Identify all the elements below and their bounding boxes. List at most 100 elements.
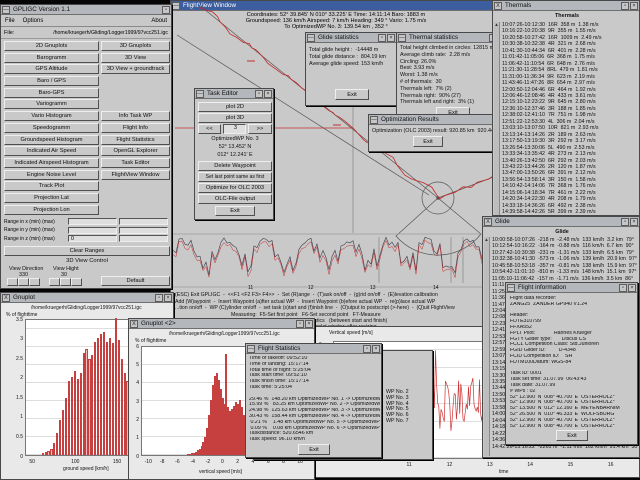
maximize-icon[interactable]: ▫ — [296, 319, 304, 328]
maximize-icon[interactable]: ▫ — [162, 5, 170, 14]
glide-row[interactable]: 10:32:38-10:41:30 -573 m -1.06 m/s 139 k… — [492, 256, 640, 262]
window-menu-icon[interactable]: — — [196, 89, 204, 98]
maximize-icon[interactable]: ▫ — [619, 283, 627, 292]
thermals-list[interactable]: 10:07:26-10:12:30 16R 358 m 1.38 m/s 10:1… — [502, 22, 640, 216]
close-icon[interactable]: × — [387, 33, 395, 42]
plot-button-indicated-air-speed[interactable]: Indicated Air Speed — [4, 146, 99, 157]
range-min-input[interactable] — [68, 218, 117, 225]
thermals-titlebar[interactable]: X Thermals ▫ × — [493, 1, 639, 11]
range-max-input[interactable] — [119, 235, 168, 242]
plot-button-projection-lon[interactable]: Projection Lon — [4, 204, 99, 215]
plot-button-2d-gnuplots[interactable]: 2D Gnuplots — [4, 41, 99, 51]
default-button[interactable]: Default — [101, 276, 170, 286]
close-icon[interactable]: × — [372, 344, 380, 353]
plot-button-flight-info[interactable]: Flight Info — [101, 122, 170, 133]
plot-button-engine-noise-level[interactable]: Engine Noise Level — [4, 169, 99, 180]
thermals-scrollbar[interactable]: ▲ — [494, 22, 500, 215]
view-hight-stepper[interactable] — [49, 278, 82, 286]
exit-button[interactable]: Exit — [335, 89, 369, 100]
menu-file[interactable]: File — [5, 18, 15, 24]
close-icon[interactable]: × — [630, 1, 638, 10]
plot-button-vario-histogram[interactable]: Vario Histogram — [4, 111, 99, 122]
histogram-bar — [50, 449, 53, 455]
plot-button-track-plot[interactable]: Track Plot — [4, 181, 99, 192]
plot-button-3d-gnuplots[interactable]: 3D Gnuplots — [101, 41, 170, 51]
flight-information-titlebar[interactable]: — Flight information ▫ × — [506, 283, 637, 293]
range-min-input[interactable]: 0 — [68, 235, 117, 242]
plot-button-flight-statistics[interactable]: Flight Statistics — [101, 134, 170, 145]
glide-row[interactable]: 10:12:54-10:16:22 -164 m -0.88 m/s 116 k… — [492, 243, 640, 249]
maximize-icon[interactable]: ▫ — [621, 1, 629, 10]
close-icon[interactable]: × — [628, 283, 636, 292]
plot-button-speedogramm[interactable]: Speedogramm — [4, 122, 99, 133]
exit-button[interactable]: Exit — [215, 206, 255, 216]
plot-button-barogramm[interactable]: Barogramm — [4, 52, 99, 63]
plot-button-opengl-explorer[interactable]: OpenGL Explorer — [101, 146, 170, 157]
glide-titlebar[interactable]: X Glide ▫ × — [483, 217, 639, 227]
flight-statistics-dialog[interactable]: — Flight Statistics ▫ × Time of takeoff:… — [245, 343, 382, 458]
exit-button[interactable]: Exit — [298, 444, 330, 455]
delete-waypoint-button[interactable]: Delete Waypoint — [198, 161, 272, 171]
window-menu-icon[interactable]: — — [2, 5, 10, 14]
plot-button-3d-view[interactable]: 3D View — [101, 52, 170, 63]
task-editor-dialog[interactable]: — Task Editor ▫ × plot 2D plot 3D << 3 >… — [194, 88, 274, 220]
clear-ranges-button[interactable]: Clear Ranges — [4, 246, 170, 256]
optimize-olc-button[interactable]: Optimize for OLC 2003 — [198, 183, 272, 193]
set-last-point-button[interactable]: Set last point same as first — [198, 172, 272, 182]
gpligc-titlebar[interactable]: — GPLIGC Version 1.1 ▫ — [1, 5, 171, 15]
plot-button-baro-gps[interactable]: Baro-GPS — [4, 87, 99, 98]
glide-row[interactable]: 10:54:42-11:01:10 -810 m -1.33 m/s 148 k… — [492, 269, 640, 275]
range-max-input[interactable] — [119, 218, 168, 225]
plot-button-indicated-airspeed-histogram[interactable]: Indicated Airspeed Histogram — [4, 157, 99, 168]
maximize-icon[interactable]: ▫ — [621, 217, 629, 226]
thermal-row[interactable]: 14:39:58-14:42:26 5R 399 m 2.39 m/s — [502, 209, 640, 215]
olc-file-output-button[interactable]: OLC-File output — [198, 194, 272, 204]
menu-options[interactable]: Options — [23, 18, 44, 24]
maximize-icon[interactable]: ▫ — [255, 89, 263, 98]
plot-button-3d-view-groundtrack[interactable]: 3D View + groundtrack — [101, 64, 170, 75]
range-min-input[interactable] — [68, 226, 117, 234]
window-menu-icon[interactable]: — — [307, 33, 315, 42]
plot-3d-button[interactable]: plot 3D — [198, 113, 272, 123]
thermals-window[interactable]: X Thermals ▫ × Thermals ▲ 10:07:26-10:12… — [492, 0, 640, 216]
close-icon[interactable]: × — [305, 319, 313, 328]
close-icon[interactable]: × — [630, 217, 638, 226]
plot-button-gps-altitude[interactable]: GPS Altitude — [4, 64, 99, 75]
glide-scrollbar[interactable]: ▲ — [484, 237, 490, 456]
glide-statistics-dialog[interactable]: — Glide statistics ▫ × Total glide heigh… — [305, 32, 397, 106]
plot-button-groundspeed-histogram[interactable]: Groundspeed Histogram — [4, 134, 99, 145]
window-menu-icon[interactable]: — — [398, 33, 406, 42]
close-icon[interactable]: × — [164, 293, 172, 302]
view-direction-stepper[interactable] — [7, 278, 40, 286]
exit-button[interactable]: Exit — [413, 136, 443, 147]
maximize-icon[interactable]: ▫ — [378, 33, 386, 42]
plot-button-flightview-window[interactable]: FlightView Window — [101, 169, 170, 180]
plot-button-task-editor[interactable]: Task Editor — [101, 157, 170, 168]
next-wp-button[interactable]: >> — [248, 124, 272, 134]
flight-statistics-titlebar[interactable]: — Flight Statistics ▫ × — [246, 344, 381, 354]
task-editor-titlebar[interactable]: — Task Editor ▫ × — [195, 89, 273, 99]
plot-button-info-task-wp[interactable]: Info Task WP — [101, 111, 170, 122]
close-icon[interactable]: × — [264, 89, 272, 98]
plot-button-baro-gps[interactable]: Baro / GPS — [4, 76, 99, 87]
wp-index-field[interactable]: 3 — [223, 124, 246, 134]
flight-information-window[interactable]: — Flight information ▫ × Flight data rec… — [505, 282, 638, 445]
exit-button[interactable]: Exit — [556, 430, 588, 441]
window-menu-icon[interactable]: — — [507, 283, 515, 292]
glide-statistics-titlebar[interactable]: — Glide statistics ▫ × — [306, 33, 396, 43]
gnuplot1-titlebar[interactable]: X Gnuplot ▫ × — [1, 293, 173, 303]
gnuplot2-titlebar[interactable]: X Gnuplot <2> ▫ × — [129, 319, 314, 329]
range-max-input[interactable] — [119, 226, 168, 234]
plot-2d-button[interactable]: plot 2D — [198, 102, 272, 112]
plot-button-variogramm[interactable]: Variogramm — [4, 99, 99, 110]
prev-wp-button[interactable]: << — [198, 124, 221, 134]
y-tick: 4 — [136, 380, 139, 387]
window-menu-icon[interactable]: — — [247, 344, 255, 353]
plot-button-projection-lat[interactable]: Projection Lat — [4, 192, 99, 203]
window-menu-icon[interactable]: — — [370, 115, 378, 124]
thermal-statistics-titlebar[interactable]: — Thermal statistics ▫ × — [397, 33, 507, 43]
gpligc-main-window[interactable]: — GPLIGC Version 1.1 ▫ File Options Abou… — [0, 4, 172, 289]
menu-about[interactable]: About — [151, 18, 167, 24]
maximize-icon[interactable]: ▫ — [363, 344, 371, 353]
maximize-icon[interactable]: ▫ — [155, 293, 163, 302]
